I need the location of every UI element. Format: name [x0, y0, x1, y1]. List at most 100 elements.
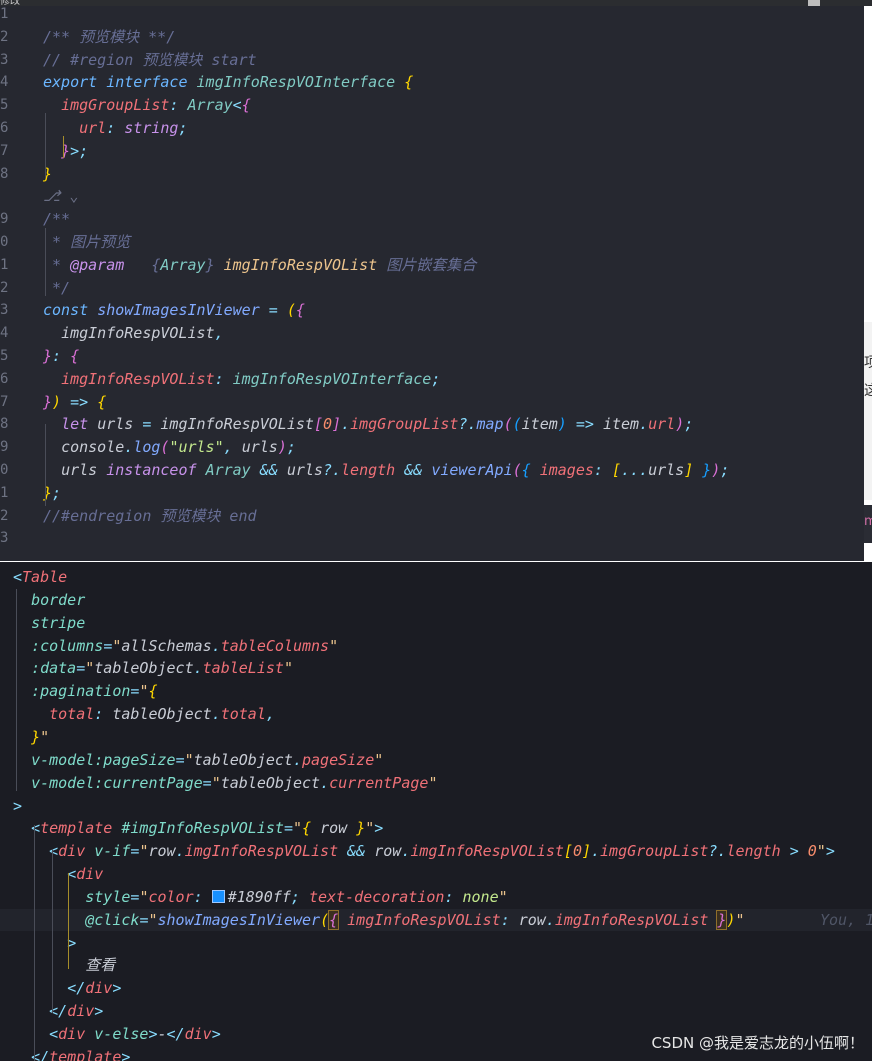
vue-code-line[interactable]: stripe	[13, 612, 85, 635]
ts-code-line[interactable]: 6 url: string;	[0, 117, 864, 140]
right-fragment-3: m	[864, 514, 872, 529]
code-text: url: string;	[79, 119, 188, 137]
ts-code-line[interactable]: 9 /**	[0, 208, 864, 231]
git-blame-hint: You, 1	[820, 911, 872, 929]
code-text: }>;	[61, 141, 89, 160]
ts-code-line[interactable]: 0 urls instanceof Array && urls?.length …	[0, 459, 864, 482]
ts-code-line[interactable]: 2 */	[0, 277, 864, 300]
vue-code-line[interactable]: </div>	[13, 977, 121, 1000]
line-number: 2	[0, 28, 9, 45]
vue-code-line[interactable]: <div v-else>-</div>	[13, 1023, 221, 1046]
code-text: let urls = imgInfoRespVOList[0].imgGroup…	[61, 415, 694, 434]
indent-guide	[34, 825, 35, 1061]
vue-code-line[interactable]: </div>	[13, 1000, 103, 1023]
ts-code-line[interactable]: 9 console.log("urls", urls);	[0, 436, 864, 459]
right-fragment-2: 这	[864, 383, 872, 399]
line-number: 6	[0, 370, 9, 387]
vue-code-line[interactable]: >	[13, 795, 22, 818]
line-number: 8	[0, 416, 9, 433]
line-number: 0	[0, 234, 9, 250]
code-text: export interface imgInfoRespVOInterface …	[43, 73, 414, 92]
indent-guide	[16, 589, 17, 791]
vue-code-line[interactable]: :pagination="{	[13, 680, 157, 703]
line-number: 4	[0, 74, 9, 91]
indent-guide	[63, 136, 64, 158]
vue-code-line[interactable]: style="color: #1890ff; text-decoration: …	[13, 886, 507, 909]
line-number: 6	[0, 120, 9, 136]
code-text: imgGroupList: Array<{	[61, 96, 251, 115]
code-text: /**	[43, 210, 71, 229]
line-number: 3	[0, 302, 9, 319]
vue-code-line[interactable]: :data="tableObject.tableList"	[13, 657, 293, 680]
line-number: 3	[0, 530, 9, 547]
ts-code-editor[interactable]: 1 2 /** 预览模块 **/ 3 // #region 预览模块 start 4 exp…	[0, 6, 864, 561]
vue-code-line[interactable]: v-model:currentPage="tableObject.current…	[13, 772, 437, 795]
code-text: console.log("urls", urls);	[61, 438, 296, 457]
vue-code-line[interactable]: </template>	[13, 1046, 130, 1061]
vue-code-line[interactable]: 查看	[13, 954, 115, 977]
vue-code-editor[interactable]: <Table border stripe :columns="allSchema…	[0, 563, 872, 1061]
ts-code-line[interactable]: 7 }) => {	[0, 391, 864, 414]
ts-code-line[interactable]: 5 }: {	[0, 345, 864, 368]
ts-code-line[interactable]: 3	[0, 527, 864, 550]
line-number: 2	[0, 507, 9, 524]
vue-code-line[interactable]: }"	[13, 726, 49, 749]
vue-code-line[interactable]: <div v-if="row.imgInfoRespVOList && row.…	[13, 840, 835, 863]
ts-code-line[interactable]: 5 imgGroupList: Array<{	[0, 94, 864, 117]
vue-code-line[interactable]: :columns="allSchemas.tableColumns"	[13, 635, 338, 658]
line-number: 8	[0, 165, 9, 182]
ts-code-line[interactable]: 2 /** 预览模块 **/	[0, 26, 864, 49]
line-number: 1	[0, 256, 9, 273]
vue-code-line[interactable]: border	[13, 589, 85, 612]
line-number: 7	[0, 142, 9, 159]
ts-code-line[interactable]: 4 imgInfoRespVOList,	[0, 322, 864, 345]
code-text: imgInfoRespVOList: imgInfoRespVOInterfac…	[61, 369, 441, 388]
line-number: 0	[0, 462, 9, 478]
ts-code-line[interactable]: 1 * @param {Array} imgInfoRespVOList 图片嵌…	[0, 254, 864, 277]
line-number: 7	[0, 393, 9, 410]
code-text: const showImagesInViewer = ({	[43, 301, 305, 320]
line-number: 5	[0, 348, 9, 364]
code-text: }: {	[43, 347, 80, 365]
indent-guide	[45, 113, 46, 178]
ts-code-line[interactable]: 1	[0, 6, 864, 26]
csdn-watermark: CSDN @我是爱志龙的小伍啊！	[651, 1034, 864, 1052]
ts-code-line[interactable]: 4 export interface imgInfoRespVOInterface…	[0, 71, 864, 94]
ts-code-line[interactable]: 8}	[0, 163, 864, 186]
line-number: 4	[0, 325, 9, 342]
code-text: }) => {	[43, 392, 107, 411]
ts-code-line[interactable]: ⎇ ⌄	[0, 185, 864, 208]
indent-guide	[45, 424, 46, 506]
ts-code-line[interactable]: 1};	[0, 482, 864, 505]
ts-code-line[interactable]: 0 * 图片预览	[0, 231, 864, 254]
right-fragment-1: 项	[864, 355, 872, 371]
code-text: * @param {Array} imgInfoRespVOList 图片嵌套集…	[43, 255, 477, 274]
code-text: urls instanceof Array && urls?.length &&…	[61, 461, 730, 479]
ts-code-line[interactable]: 8 let urls = imgInfoRespVOList[0].imgGro…	[0, 413, 864, 436]
vue-code-line[interactable]: <template #imgInfoRespVOList="{ row }">	[13, 817, 383, 840]
indent-guide	[45, 228, 46, 296]
vue-code-line[interactable]: total: tableObject.total,	[13, 703, 275, 726]
code-text: imgInfoRespVOList,	[61, 324, 224, 343]
code-text: /** 预览模块 **/	[43, 27, 176, 46]
vue-code-line[interactable]: <Table	[13, 566, 67, 589]
line-number: 5	[0, 97, 9, 114]
indent-guide	[52, 849, 53, 1013]
code-text: //#endregion 预览模块 end	[43, 506, 257, 525]
indent-guide	[68, 873, 69, 969]
code-text: ⎇ ⌄	[43, 187, 79, 206]
ts-code-line[interactable]: 3 // #region 预览模块 start	[0, 49, 864, 72]
vue-code-line[interactable]: @click="showImagesInViewer({ imgInfoResp…	[13, 909, 745, 932]
vue-code-line[interactable]: >	[13, 932, 76, 955]
ts-code-line[interactable]: 3 const showImagesInViewer = ({	[0, 299, 864, 322]
vue-code-line[interactable]: <div	[13, 863, 103, 886]
ts-code-line[interactable]: 6 imgInfoRespVOList: imgInfoRespVOInterf…	[0, 368, 864, 391]
line-number: 9	[0, 211, 9, 228]
vue-code-line[interactable]: v-model:pageSize="tableObject.pageSize"	[13, 749, 383, 772]
code-text: */	[43, 278, 71, 297]
ts-code-line[interactable]: 2 //#endregion 预览模块 end	[0, 505, 864, 528]
ts-code-line[interactable]: 7 }>;	[0, 140, 864, 163]
line-number: 1	[0, 6, 9, 22]
line-number: 2	[0, 279, 9, 296]
code-text: // #region 预览模块 start	[43, 50, 257, 69]
